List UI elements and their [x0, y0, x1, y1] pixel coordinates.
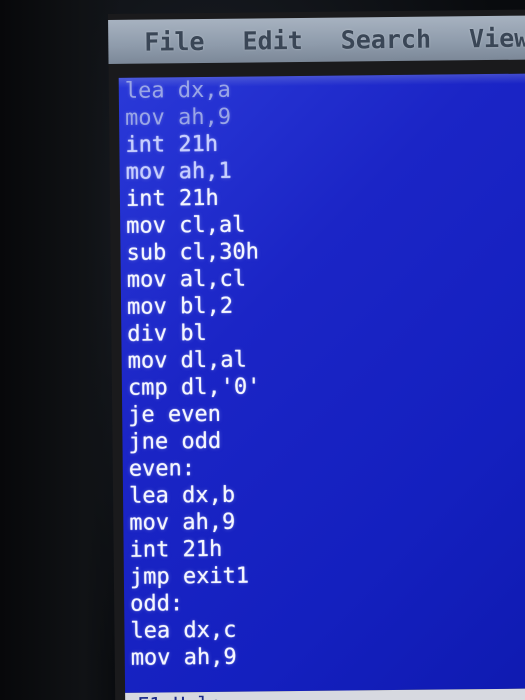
monitor: File Edit Search View lea dx,a mov ah,9 …: [0, 0, 525, 700]
code-line: odd:: [130, 591, 184, 617]
code-line: mov dl,al: [127, 347, 247, 374]
code-line: lea dx,c: [130, 617, 237, 644]
menu-file[interactable]: File: [144, 26, 205, 56]
code-line: mov cl,al: [126, 212, 246, 239]
code-line: int 21h: [125, 185, 219, 212]
code-line: div bl: [127, 320, 207, 347]
code-line: jne odd: [128, 428, 222, 455]
code-line: int 21h: [129, 536, 223, 563]
code-line: lea dx,b: [128, 482, 236, 509]
monitor-bezel: [0, 0, 120, 700]
code-line: mov al,cl: [126, 266, 247, 293]
code-line: cmp dl,'0': [127, 374, 261, 401]
menu-edit[interactable]: Edit: [242, 25, 303, 55]
help-hint[interactable]: F1=Help: [137, 692, 222, 700]
code-line: je even: [128, 401, 222, 428]
code-line: lea dx,a: [124, 77, 231, 104]
code-line: mov ah,9: [124, 104, 232, 131]
code-line: even:: [128, 456, 196, 482]
code-line: mov ah,9: [129, 509, 236, 536]
code-line: jmp exit1: [129, 563, 250, 590]
code-line: mov ah,9: [130, 644, 237, 671]
code-editor[interactable]: lea dx,a mov ah,9 int 21h mov ah,1 int 2…: [118, 73, 525, 693]
code-line: mov bl,2: [126, 293, 234, 320]
dos-editor-screen: File Edit Search View lea dx,a mov ah,9 …: [108, 9, 525, 700]
code-line: mov ah,1: [125, 158, 232, 185]
menu-bar: File Edit Search View: [108, 15, 525, 64]
menu-search[interactable]: Search: [341, 24, 432, 54]
code-line: int 21h: [125, 131, 219, 158]
code-line: sub cl,30h: [126, 239, 260, 266]
menu-view[interactable]: View: [469, 23, 525, 53]
